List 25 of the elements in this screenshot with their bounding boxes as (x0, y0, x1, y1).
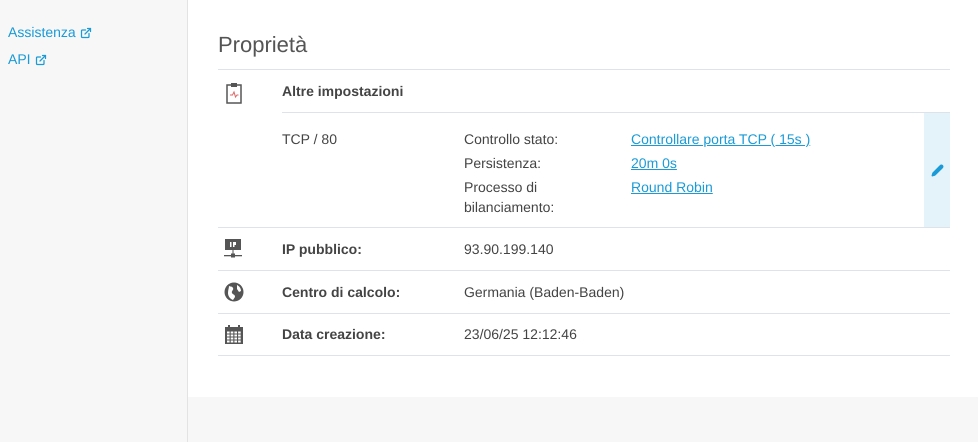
network-monitor-icon (224, 239, 242, 259)
edit-button[interactable] (924, 113, 950, 227)
pencil-icon (930, 164, 944, 176)
property-label: IP pubblico: (282, 240, 363, 259)
property-value: Germania (Baden-Baden) (464, 282, 624, 302)
detail-label: Persistenza: (464, 154, 542, 173)
property-value: 23/06/25 12:12:46 (464, 325, 577, 344)
detail-link[interactable]: 20m 0s (631, 153, 677, 173)
detail-link[interactable]: Controllare porta TCP ( 15s ) (631, 129, 810, 149)
detail-link[interactable]: Round Robin (631, 177, 713, 197)
rule-label: TCP / 80 (282, 130, 338, 149)
settings-heading: Altre impostazioni (282, 82, 404, 101)
calendar-icon (224, 324, 244, 344)
detail-label: Controllo stato: (464, 130, 560, 149)
clipboard-icon (226, 82, 242, 104)
detail-label: Processo di bilanciamento: (464, 178, 556, 217)
sidebar-link[interactable]: API (8, 49, 47, 70)
globe-icon (224, 282, 244, 302)
external-link-icon (34, 54, 47, 66)
section-title: Proprietà (218, 31, 308, 59)
property-label: Centro di calcolo: (282, 282, 402, 302)
property-value: 93.90.199.140 (464, 240, 554, 258)
property-label: Data creazione: (282, 325, 386, 344)
external-link-icon (80, 26, 92, 38)
sidebar-link[interactable]: Assistenza (8, 22, 92, 43)
